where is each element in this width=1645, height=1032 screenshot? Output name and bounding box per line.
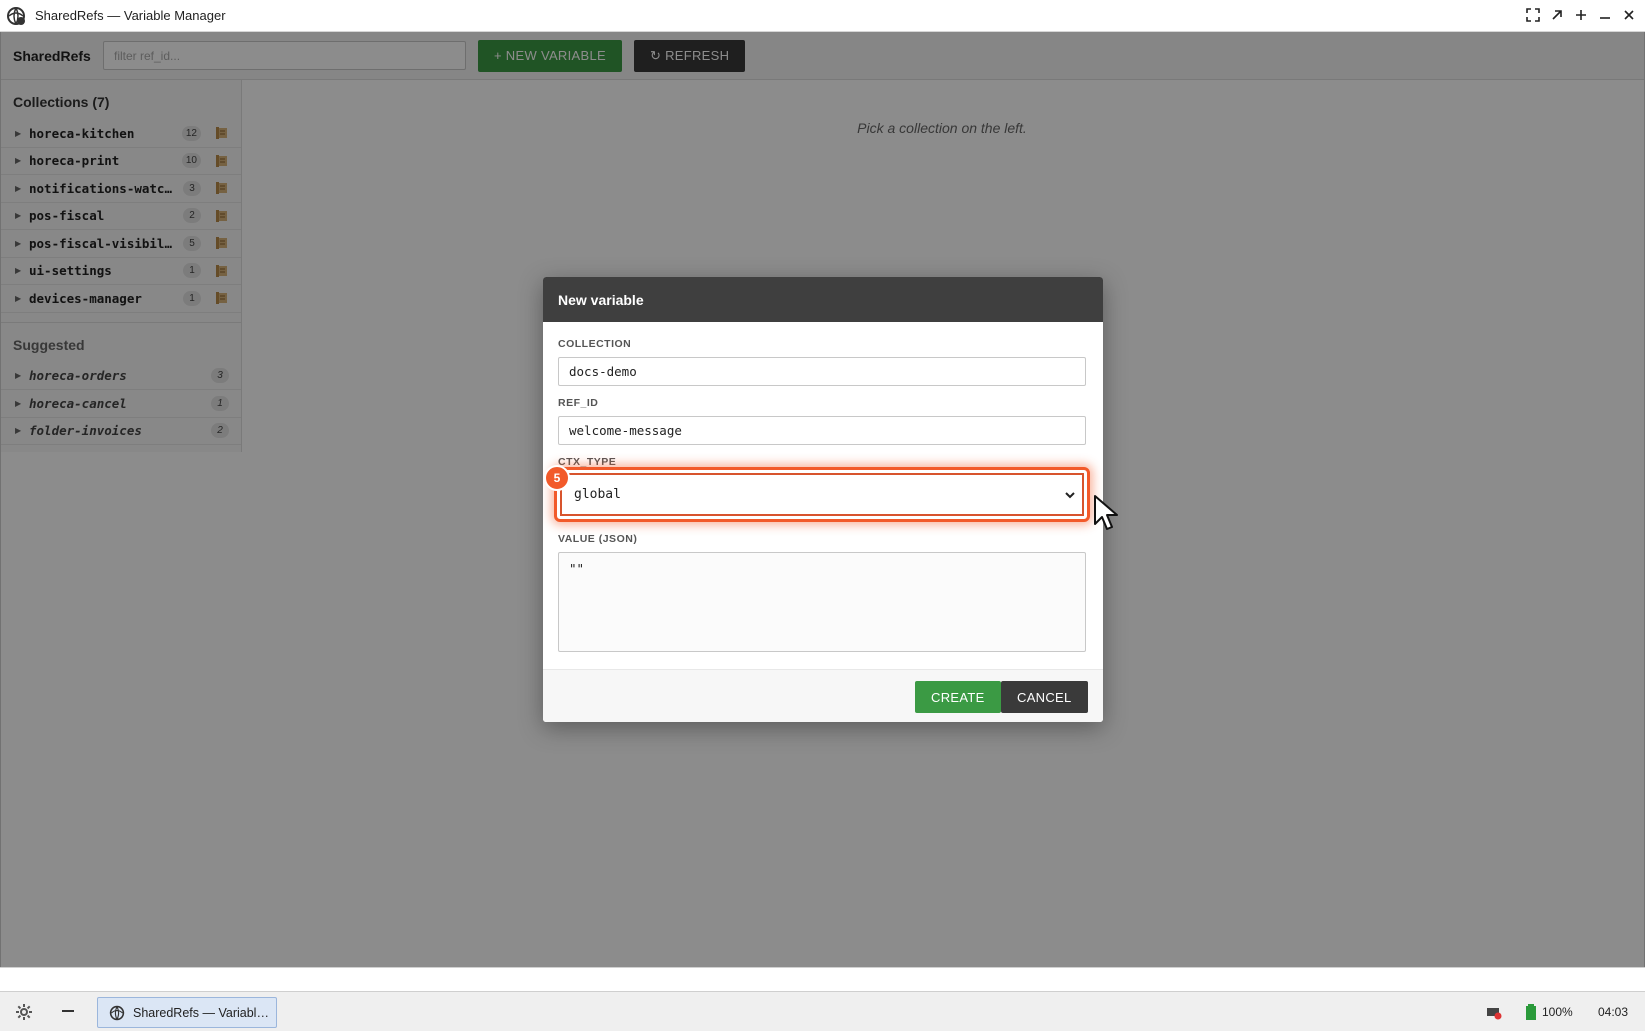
step-badge: 5 — [544, 465, 570, 491]
chevron-down-icon — [1065, 492, 1075, 499]
window-title: SharedRefs — Variable Manager — [35, 8, 226, 23]
cancel-button[interactable]: CANCEL — [1001, 681, 1088, 713]
ctx-type-highlight: global — [554, 467, 1090, 522]
globe-app-icon — [109, 1005, 125, 1020]
ref-id-input[interactable] — [558, 416, 1086, 445]
create-button[interactable]: CREATE — [915, 681, 1001, 713]
ref-id-label: REF_ID — [558, 397, 599, 409]
taskbar: SharedRefs — Variabl… 100% 04:03 — [0, 991, 1645, 1031]
close-icon[interactable] — [1620, 6, 1638, 24]
globe-app-icon — [7, 6, 25, 25]
dialog-footer: CREATE CANCEL — [543, 669, 1103, 722]
status-strip — [0, 967, 1645, 991]
taskbar-task-sharedrefs[interactable]: SharedRefs — Variabl… — [97, 997, 277, 1028]
battery-icon — [1526, 1004, 1536, 1020]
fullscreen-icon[interactable] — [1524, 6, 1542, 24]
battery-level: 100% — [1542, 1005, 1573, 1019]
collection-label: COLLECTION — [558, 338, 632, 350]
new-variable-dialog: New variable COLLECTION REF_ID CTX_TYPE … — [543, 277, 1103, 722]
battery-indicator[interactable]: 100% — [1526, 992, 1573, 1032]
clock: 04:03 — [1598, 1005, 1629, 1019]
mouse-pointer-icon — [1094, 495, 1118, 530]
minimize-icon[interactable] — [1596, 6, 1614, 24]
plus-icon[interactable] — [1572, 6, 1590, 24]
value-label: VALUE (JSON) — [558, 533, 638, 545]
taskbar-task-label: SharedRefs — Variabl… — [133, 1005, 269, 1020]
gear-icon[interactable] — [15, 1003, 33, 1021]
restore-icon[interactable] — [1548, 6, 1566, 24]
network-icon[interactable] — [1486, 992, 1502, 1032]
dialog-title: New variable — [543, 277, 1103, 322]
ctx-type-select[interactable]: global — [560, 473, 1084, 516]
window-titlebar: SharedRefs — Variable Manager — [0, 0, 1645, 32]
ctx-type-value: global — [574, 487, 621, 502]
minimize-all-icon[interactable] — [62, 1010, 74, 1014]
value-textarea[interactable]: "" — [558, 552, 1086, 652]
collection-input[interactable] — [558, 357, 1086, 386]
